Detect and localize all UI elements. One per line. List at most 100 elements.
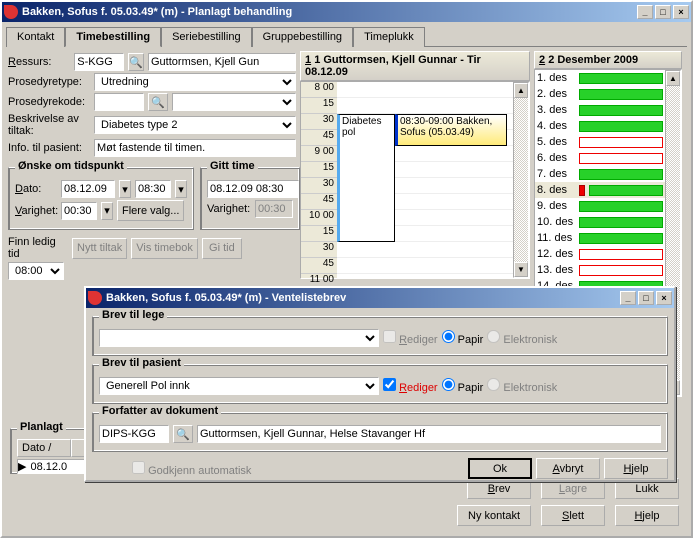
- month-day-row[interactable]: 1. des: [535, 70, 665, 86]
- month-day-row[interactable]: 3. des: [535, 102, 665, 118]
- prosedyretype-select[interactable]: Utredning: [94, 73, 296, 91]
- month-day-row[interactable]: 7. des: [535, 166, 665, 182]
- beskrivelse-select[interactable]: Diabetes type 2: [94, 116, 296, 134]
- godkjenn-check: Godkjenn automatisk: [132, 461, 251, 477]
- brev-lege-select[interactable]: [99, 329, 379, 347]
- time-slot: 10 00: [301, 210, 337, 226]
- scroll-up-icon[interactable]: ▲: [514, 83, 528, 98]
- close-button[interactable]: ×: [673, 5, 689, 19]
- dialog-title: Bakken, Sofus f. 05.03.49* (m) - Venteli…: [106, 292, 618, 304]
- availability-bar: [579, 137, 663, 148]
- tab-timeplukk[interactable]: Timeplukk: [353, 27, 425, 47]
- ok-button[interactable]: Ok: [468, 458, 532, 479]
- prosedyretype-label: Prosedyretype:: [8, 76, 90, 88]
- month-date-label: 6. des: [535, 152, 577, 164]
- prosedyrekode-input[interactable]: [94, 93, 144, 111]
- spinner-icon-2[interactable]: ▾: [175, 180, 187, 198]
- month-date-label: 5. des: [535, 136, 577, 148]
- info-label: Info. til pasient:: [8, 142, 90, 154]
- dialog-hjelp-button[interactable]: Hjelp: [604, 458, 668, 479]
- app-icon-dialog: [88, 291, 102, 305]
- month-day-row[interactable]: 12. des: [535, 246, 665, 262]
- flere-valg-button[interactable]: Flere valg...: [117, 200, 184, 221]
- tab-seriebestilling[interactable]: Seriebestilling: [161, 27, 251, 47]
- planlagt-row-date: 08.12.0: [30, 461, 67, 473]
- time-slot: 15: [301, 162, 337, 178]
- month-header[interactable]: 2 2 Desember 2009: [534, 51, 682, 69]
- dialog-minimize-button[interactable]: _: [620, 291, 636, 305]
- tab-timebestilling[interactable]: Timebestilling: [65, 27, 161, 47]
- dialog-close-button[interactable]: ×: [656, 291, 672, 305]
- nytt-tiltak-button[interactable]: Nytt tiltak: [72, 238, 127, 259]
- spinner-icon[interactable]: ▾: [119, 180, 131, 198]
- month-day-row[interactable]: 6. des: [535, 150, 665, 166]
- gitt-value[interactable]: [207, 180, 299, 198]
- forfatter-name[interactable]: [197, 425, 661, 443]
- scroll-up-icon-2[interactable]: ▲: [666, 71, 680, 86]
- month-date-label: 4. des: [535, 120, 577, 132]
- time-slot: 15: [301, 226, 337, 242]
- schedule-grid[interactable]: Diabetes pol 08:30-09:00 Bakken, Sofus (…: [337, 82, 513, 278]
- month-date-label: 10. des: [535, 216, 577, 228]
- dato-time[interactable]: [135, 180, 171, 198]
- month-day-row[interactable]: 9. des: [535, 198, 665, 214]
- gitt-legend: Gitt time: [207, 160, 258, 172]
- gitt-varighet: [255, 200, 293, 218]
- availability-bar: [579, 201, 663, 212]
- appointment-bakken[interactable]: 08:30-09:00 Bakken, Sofus (05.03.49): [395, 114, 507, 146]
- info-input[interactable]: [94, 139, 296, 157]
- month-day-row[interactable]: 4. des: [535, 118, 665, 134]
- brev-pasient-select[interactable]: Generell Pol innk: [99, 377, 379, 395]
- availability-bar: [579, 249, 663, 260]
- elektronisk-lege-radio: Elektronisk: [487, 330, 557, 346]
- papir-lege-radio[interactable]: Papir: [442, 330, 484, 346]
- rediger-pasient-check[interactable]: Rediger: [383, 378, 438, 394]
- tab-gruppebestilling[interactable]: Gruppebestilling: [252, 27, 354, 47]
- appointment-diabetes-pol[interactable]: Diabetes pol: [337, 114, 395, 242]
- month-date-label: 2. des: [535, 88, 577, 100]
- forfatter-group: Forfatter av dokument 🔍: [92, 412, 668, 452]
- month-date-label: 13. des: [535, 264, 577, 276]
- time-slot: 15: [301, 98, 337, 114]
- time-slot: 8 00: [301, 82, 337, 98]
- avbryt-button[interactable]: Avbryt: [536, 458, 600, 479]
- ny-kontakt-button[interactable]: Ny kontakt: [457, 505, 531, 526]
- hjelp-button[interactable]: Hjelp: [615, 505, 679, 526]
- time-slot: 30: [301, 114, 337, 130]
- planlagt-th-dato[interactable]: Dato /: [17, 439, 71, 457]
- varighet-input[interactable]: [61, 202, 97, 220]
- time-select[interactable]: 08:00: [8, 262, 64, 280]
- ressurs-name[interactable]: [148, 53, 296, 71]
- maximize-button[interactable]: □: [655, 5, 671, 19]
- tab-kontakt[interactable]: Kontakt: [6, 27, 65, 47]
- prosedyrekode-label: Prosedyrekode:: [8, 96, 90, 108]
- binoculars-icon-2[interactable]: 🔍: [148, 93, 168, 111]
- brev-pasient-group: Brev til pasient Generell Pol innk Redig…: [92, 364, 668, 404]
- forfatter-input[interactable]: [99, 425, 169, 443]
- month-day-row[interactable]: 13. des: [535, 262, 665, 278]
- month-day-row[interactable]: 5. des: [535, 134, 665, 150]
- minimize-button[interactable]: _: [637, 5, 653, 19]
- binoculars-icon[interactable]: 🔍: [128, 53, 144, 71]
- prosedyrekode-select[interactable]: [172, 93, 296, 111]
- scroll-down-icon[interactable]: ▼: [514, 262, 528, 277]
- binoculars-icon-3[interactable]: 🔍: [173, 425, 193, 443]
- month-day-row[interactable]: 2. des: [535, 86, 665, 102]
- month-day-row[interactable]: 8. des: [535, 182, 665, 198]
- dato-input[interactable]: [61, 180, 115, 198]
- spinner-icon-3[interactable]: ▾: [101, 202, 113, 220]
- dialog-maximize-button[interactable]: □: [638, 291, 654, 305]
- dialog-content: Brev til lege Rediger Papir Elektronisk …: [86, 308, 674, 485]
- time-slot: 45: [301, 130, 337, 146]
- month-day-row[interactable]: 10. des: [535, 214, 665, 230]
- schedule-scrollbar[interactable]: ▲ ▼: [513, 82, 529, 278]
- month-day-row[interactable]: 11. des: [535, 230, 665, 246]
- availability-bar: [579, 105, 663, 116]
- dato-label: Dato:: [15, 183, 57, 195]
- schedule-header[interactable]: 1 1 Guttormsen, Kjell Gunnar - Tir 08.12…: [300, 51, 530, 81]
- papir-pasient-radio[interactable]: Papir: [442, 378, 484, 394]
- ressurs-input[interactable]: [74, 53, 124, 71]
- gi-tid-button[interactable]: Gi tid: [202, 238, 242, 259]
- slett-button[interactable]: Slett: [541, 505, 605, 526]
- vis-timebok-button[interactable]: Vis timebok: [131, 238, 198, 259]
